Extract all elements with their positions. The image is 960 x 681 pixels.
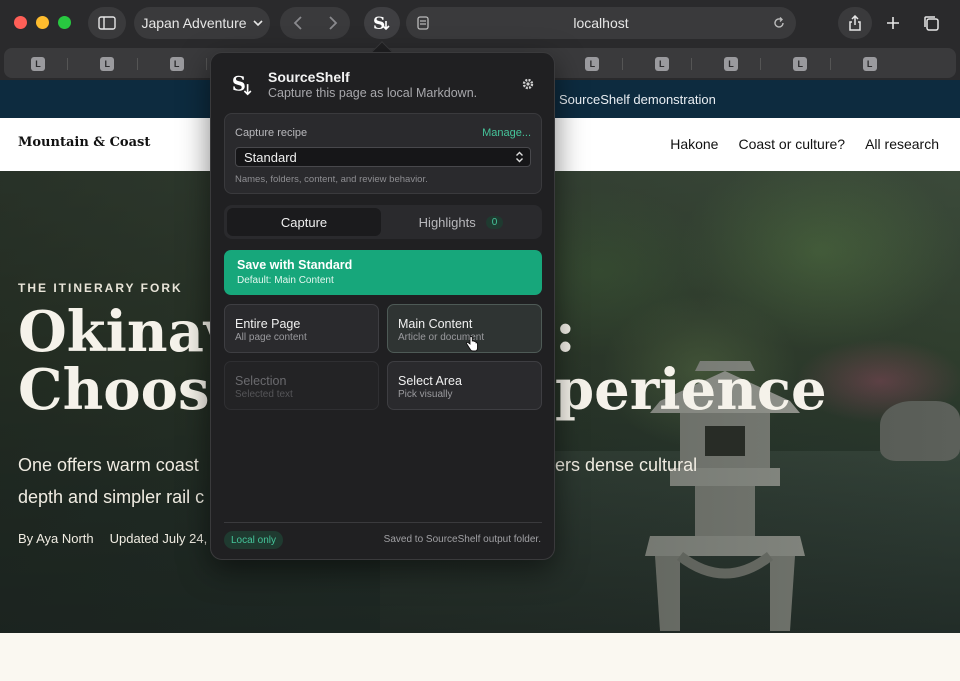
tab-separator [760,58,762,70]
tab-separator [136,58,138,70]
article-byline: By Aya North Updated July 24, [18,531,207,546]
local-only-badge: Local only [224,531,284,549]
option-title: Main Content [398,317,473,331]
popup-title: SourceShelf [268,69,350,85]
option-entire-page[interactable]: Entire Page All page content [224,304,379,353]
site-nav-links: Hakone Coast or culture? All research [670,136,939,152]
dek-line-1-tail: ers dense cultural [555,455,698,475]
hand-cursor-icon [466,336,478,352]
capture-recipe-select[interactable]: Standard [235,147,531,167]
tab-separator [205,58,207,70]
banner-text: SourceShelf demonstration [559,91,716,107]
page-body [0,633,960,681]
close-window-button[interactable] [14,16,27,29]
highlights-count-badge: 0 [485,215,504,229]
headline-line-2-tail: perience [555,357,827,423]
option-title: Entire Page [235,317,301,331]
article-headline: Okinav: Choos perience [18,303,827,423]
updated-date: Updated July 24, [109,531,208,546]
article-kicker: THE ITINERARY FORK [18,281,183,295]
nav-link-coast-or-culture[interactable]: Coast or culture? [738,136,845,152]
tab-favicon[interactable]: L [31,57,45,71]
tab-separator [621,58,623,70]
address-bar[interactable]: localhost [406,7,796,39]
address-text: localhost [573,15,629,31]
capture-recipe-panel: Capture recipe Manage... Standard Names,… [224,113,542,194]
tab-favicon[interactable]: L [100,57,115,71]
output-folder-note: Saved to SourceShelf output folder. [383,534,541,545]
recipe-selected-value: Standard [244,149,297,165]
option-title: Select Area [398,374,462,388]
popup-tabs: Capture Highlights 0 [224,205,542,239]
tabs-overview-icon [923,15,939,31]
tab-capture[interactable]: Capture [227,208,381,236]
dek-line-2: depth and simpler rail c [18,487,205,507]
tab-overview-button[interactable] [914,7,948,39]
recipe-description: Names, folders, content, and review beha… [235,174,428,185]
capture-recipe-label: Capture recipe [235,127,308,139]
select-chevron-icon [516,151,523,163]
gear-icon[interactable] [521,77,535,91]
plus-icon [887,17,899,29]
site-brand[interactable]: Mountain & Coast [18,135,150,150]
option-selection: Selection Selected text [224,361,379,410]
forward-icon[interactable] [328,15,338,31]
svg-text:S: S [232,73,246,96]
back-icon[interactable] [293,15,303,31]
footer-divider [224,522,542,523]
popup-subtitle: Capture this page as local Markdown. [268,86,478,100]
dek-line-1: One offers warm coast [18,455,199,475]
nav-link-hakone[interactable]: Hakone [670,136,718,152]
save-with-standard-button[interactable]: Save with Standard Default: Main Content [224,250,542,295]
zoom-window-button[interactable] [58,16,71,29]
headline-line-2: Choos [18,357,210,423]
sidebar-icon [98,16,116,30]
manage-recipes-link[interactable]: Manage... [482,127,531,139]
tab-favicon[interactable]: L [654,57,669,71]
tab-favicon[interactable]: L [169,57,184,71]
nav-link-all-research[interactable]: All research [865,136,939,152]
share-button[interactable] [838,7,872,39]
svg-text:S: S [373,14,385,33]
chevron-down-icon [252,19,263,26]
sourceshelf-logo-icon: S [232,73,252,96]
save-button-subtitle: Default: Main Content [237,275,334,286]
reload-icon[interactable] [772,16,786,30]
tab-favicon[interactable]: L [862,57,877,71]
tab-group-button[interactable]: Japan Adventure [134,7,270,39]
browser-toolbar: Japan Adventure S localhost [0,0,960,46]
tab-favicon[interactable]: L [793,57,808,71]
headline-line-1-tail: : [555,299,576,365]
author[interactable]: By Aya North [18,531,94,546]
option-subtitle: Pick visually [398,389,453,400]
sourceshelf-popup: S SourceShelf Capture this page as local… [210,52,555,560]
tab-separator [829,58,831,70]
reader-icon[interactable] [416,16,430,30]
option-subtitle: All page content [235,332,307,343]
tab-highlights-label: Highlights [418,214,476,230]
save-button-title: Save with Standard [237,258,353,272]
sourceshelf-extension-button[interactable]: S [364,7,400,39]
history-nav [280,7,350,39]
sidebar-toggle-button[interactable] [88,7,126,39]
tab-favicon[interactable]: L [585,57,600,71]
tab-separator [67,58,69,70]
option-subtitle: Selected text [235,389,293,400]
option-select-area[interactable]: Select Area Pick visually [387,361,542,410]
tab-separator [691,58,692,70]
toolbar-right-actions [838,7,948,39]
headline-line-1: Okinav [18,299,237,365]
tab-highlights[interactable]: Highlights 0 [384,208,538,236]
option-title: Selection [235,374,287,388]
tab-group-label: Japan Adventure [141,15,247,31]
share-icon [849,14,861,31]
sourceshelf-icon: S [373,14,390,33]
minimize-window-button[interactable] [36,16,49,29]
new-tab-button[interactable] [876,7,910,39]
tab-favicon[interactable]: L [724,57,738,71]
